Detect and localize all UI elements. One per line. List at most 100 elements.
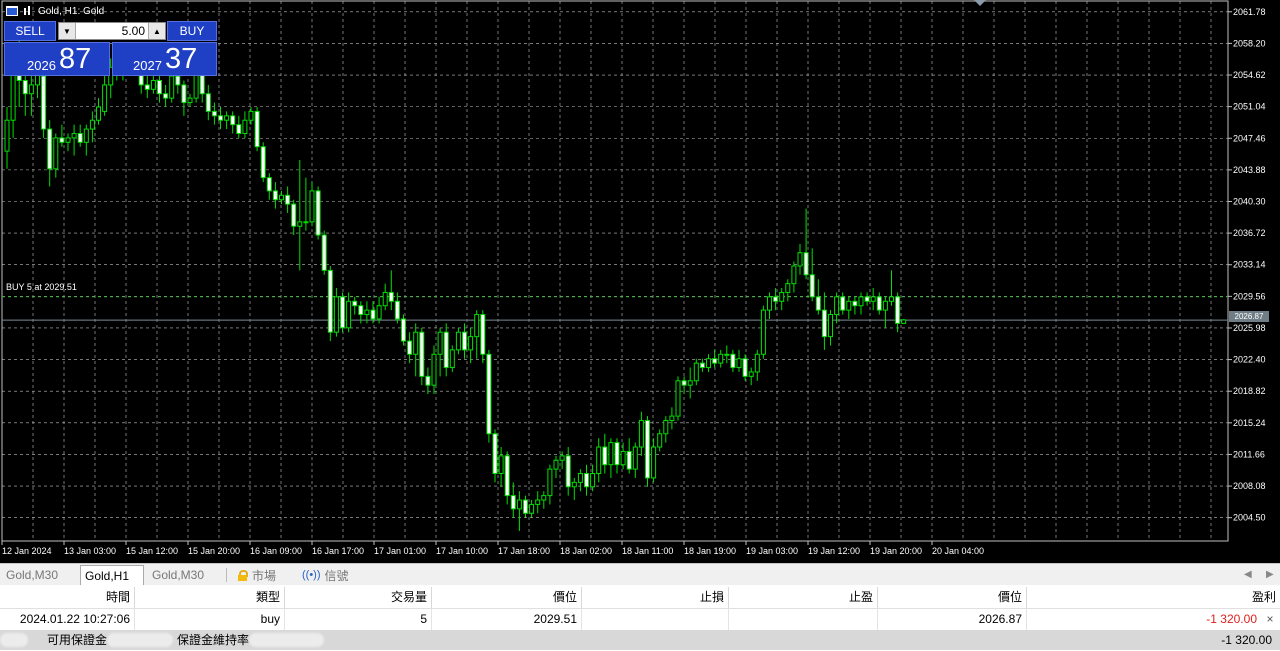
x-tick-label: 19 Jan 20:00 (870, 546, 922, 556)
candle-body (529, 503, 535, 514)
col-volume[interactable]: 交易量 (285, 587, 432, 608)
candle-body (748, 371, 754, 377)
candle-body (455, 331, 461, 351)
buy-price-button[interactable]: 2027 37 (112, 42, 217, 76)
x-tick-label: 18 Jan 19:00 (684, 546, 736, 556)
candle-body (834, 296, 840, 316)
cell-take-profit[interactable] (729, 609, 878, 630)
chart-tabs-bar: Gold,M30 Gold,H1 Gold,M30 市場 ((•)) 信號 ◀ ▶ (0, 563, 1280, 585)
candle-body (736, 358, 742, 369)
candle-body (272, 190, 278, 201)
redacted-value (0, 633, 28, 647)
y-tick-label: 2054.62 (1233, 70, 1266, 80)
tab-market[interactable]: 市場 (234, 565, 294, 585)
candle-body (370, 309, 376, 320)
candle-body (785, 283, 791, 293)
x-tick-label: 17 Jan 18:00 (498, 546, 550, 556)
candle-body (346, 300, 352, 329)
candle-body (364, 309, 370, 316)
candle-body (864, 296, 870, 302)
candle-body (675, 380, 681, 417)
x-tick-label: 18 Jan 11:00 (622, 546, 673, 556)
candle-icon (24, 6, 30, 15)
candle-body (510, 495, 516, 510)
candle-body (602, 446, 608, 466)
scroll-right-icon[interactable]: ▶ (1266, 569, 1274, 580)
candle-body (895, 296, 901, 324)
tab-divider (226, 568, 227, 582)
table-row[interactable]: 2024.01.22 10:27:06 buy 5 2029.51 2026.8… (0, 609, 1280, 630)
candle-body (181, 84, 187, 104)
candle-body (535, 499, 541, 505)
candle-body (559, 455, 565, 461)
candle-body (553, 459, 559, 470)
candle-body (516, 499, 522, 510)
tab-signals[interactable]: ((•)) 信號 (298, 565, 358, 585)
sell-button[interactable]: SELL (4, 21, 56, 41)
tab-gold-h1[interactable]: Gold,H1 (80, 565, 144, 585)
cell-stop-loss[interactable] (582, 609, 729, 630)
sell-price-small: 2026 (27, 58, 56, 73)
arrow-up-icon[interactable]: ▲ (148, 23, 165, 39)
y-tick-label: 2008.08 (1233, 481, 1266, 491)
candle-body (773, 296, 779, 302)
close-position-icon[interactable]: × (1263, 609, 1277, 630)
candle-body (504, 455, 510, 497)
col-stop-loss[interactable]: 止損 (582, 587, 729, 608)
candle-body (297, 221, 303, 227)
candle-body (590, 473, 596, 488)
candle-body (681, 380, 687, 386)
candle-body (376, 305, 382, 320)
tab-label: 市場 (252, 568, 277, 583)
candle-body (492, 433, 498, 475)
col-current-price[interactable]: 價位 (878, 587, 1027, 608)
cell-current-price: 2026.87 (878, 609, 1027, 630)
total-profit: -1 320.00 (1221, 633, 1272, 647)
candle-body (236, 124, 242, 134)
candle-body (102, 84, 108, 112)
chart-title-text: Gold, H1: Gold (38, 5, 105, 17)
candle-body (242, 119, 248, 134)
x-tick-label: 15 Jan 20:00 (188, 546, 240, 556)
tab-label: 信號 (324, 568, 349, 583)
y-tick-label: 2004.50 (1233, 513, 1266, 523)
y-tick-label: 2043.88 (1233, 165, 1266, 175)
scroll-left-icon[interactable]: ◀ (1244, 569, 1252, 580)
chart-window-icon (6, 6, 18, 16)
sell-price-button[interactable]: 2026 87 (4, 42, 110, 76)
y-tick-label: 2058.20 (1233, 38, 1266, 48)
x-tick-label: 15 Jan 12:00 (126, 546, 178, 556)
tab-label: Gold,M30 (6, 568, 59, 582)
col-price[interactable]: 價位 (432, 587, 582, 608)
candle-body (584, 473, 589, 488)
candle-body (83, 128, 89, 143)
candlestick-chart[interactable]: 2061.78 2058.20 2054.62 2051.04 2047.46 2043.… (0, 0, 1280, 563)
col-take-profit[interactable]: 止盈 (729, 587, 878, 608)
x-tick-label: 12 Jan 2024 (2, 546, 52, 556)
col-time[interactable]: 時間 (0, 587, 135, 608)
candle-body (699, 362, 705, 369)
chart-area[interactable]: 2061.78 2058.20 2054.62 2051.04 2047.46 2043.… (0, 0, 1280, 563)
tab-gold-m30[interactable]: Gold,M30 (2, 565, 76, 585)
lot-size-field[interactable]: ▼ 5.00 ▲ (58, 22, 166, 40)
candle-body (407, 340, 413, 355)
candle-body (498, 455, 504, 475)
arrow-down-icon[interactable]: ▼ (59, 23, 76, 39)
candle-body (669, 415, 675, 422)
lot-size-value[interactable]: 5.00 (77, 23, 145, 39)
col-type[interactable]: 類型 (135, 587, 285, 608)
candle-body (260, 146, 266, 179)
candle-body (401, 318, 406, 342)
y-tick-label: 2015.24 (1233, 418, 1266, 428)
tab-gold-m30-2[interactable]: Gold,M30 (148, 565, 222, 585)
candle-body (858, 296, 864, 307)
x-tick-label: 13 Jan 03:00 (64, 546, 116, 556)
buy-button[interactable]: BUY (167, 21, 217, 41)
candle-body (889, 296, 894, 302)
col-profit[interactable]: 盈利 (1027, 587, 1280, 608)
free-margin-label: 可用保證金 (47, 633, 108, 647)
candle-body (486, 353, 492, 435)
candle-body (352, 300, 358, 307)
y-tick-label: 2040.30 (1233, 196, 1266, 206)
candle-body (657, 433, 663, 448)
